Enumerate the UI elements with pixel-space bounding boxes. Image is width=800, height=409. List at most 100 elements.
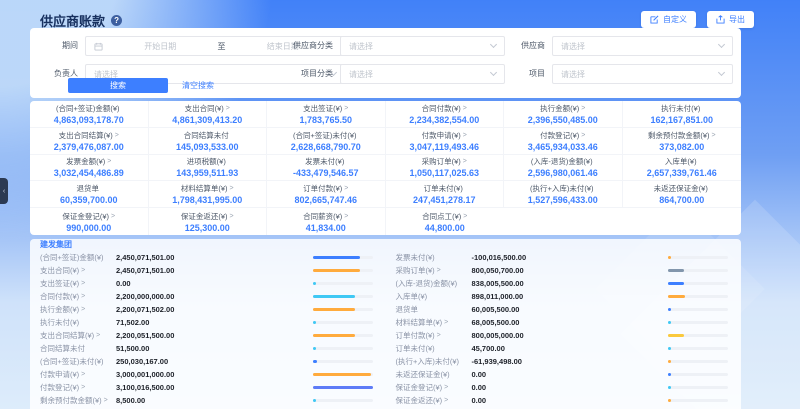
metric-card[interactable]: 付款登记(¥)>3,465,934,033.46 [504,128,623,155]
group-metric-row: 合同付款(¥)>2,200,000,000.00 [40,290,373,303]
group-name[interactable]: 建发集团 [40,240,741,249]
metric-label[interactable]: 合同付款(¥)> [40,291,116,302]
metric-card[interactable]: 发票金额(¥)>3,032,454,486.89 [30,155,149,182]
metric-bar-fill [313,295,356,298]
edit-icon [650,15,659,24]
metric-value: 3,000,001,000.00 [116,370,313,379]
export-button[interactable]: 导出 [707,11,754,28]
metric-bar-fill [668,269,684,272]
calendar-icon [94,42,103,51]
supplier-category-select[interactable]: 请选择 [340,36,505,56]
metric-value: 2,596,980,061.46 [528,168,598,178]
metric-label[interactable]: 采购订单(¥)> [396,265,472,276]
metric-label: (合同+签证)未付(¥) [40,356,116,367]
metric-label[interactable]: 保证金登记(¥)> [396,382,472,393]
metric-label[interactable]: 支出合同(¥)> [40,265,116,276]
group-metric-row: (合同+签证)金额(¥)2,450,071,501.00 [40,251,373,264]
chevron-right-icon: > [581,105,585,112]
group-metric-row: 支出合同(¥)>2,450,071,501.00 [40,264,373,277]
metric-bar-fill [668,360,671,363]
metric-label: (入库-退货)金额(¥) [531,156,593,167]
metric-label[interactable]: 订单付款(¥)> [396,330,472,341]
empty-cell [504,208,623,235]
group-metric-row: 剩余预付款金额(¥)>8,500.00 [40,394,373,407]
metric-bar [668,295,728,298]
metric-value: 898,011,000.00 [472,292,669,301]
metric-label[interactable]: 付款登记(¥)> [40,382,116,393]
metric-value: 373,082.00 [659,142,704,152]
clear-search-link[interactable]: 清空搜索 [182,78,214,93]
chevron-right-icon: > [81,267,85,274]
chevron-right-icon: > [712,132,716,139]
metric-card[interactable]: 采购订单(¥)>1,050,117,025.63 [386,155,505,182]
metric-value: 0.00 [116,279,313,288]
group-metric-row: 材料结算单(¥)>68,005,500.00 [396,316,729,329]
metric-label[interactable]: 保证金返还(¥)> [396,395,472,406]
metric-bar-fill [668,399,671,402]
metric-card: 入库单(¥)2,657,339,761.46 [623,155,742,182]
metric-card: 退货单60,359,700.00 [30,181,149,208]
metric-bar-fill [313,321,316,324]
metric-value: 800,005,000.00 [472,331,669,340]
metric-card: (入库-退货)金额(¥)2,596,980,061.46 [504,155,623,182]
metric-label: 合同付款(¥) [422,103,461,114]
metric-card[interactable]: 执行金额(¥)>2,396,550,485.00 [504,101,623,128]
metric-label[interactable]: 执行金额(¥)> [40,304,116,315]
search-button[interactable]: 搜索 [68,78,168,93]
metric-card[interactable]: 保证金登记(¥)>990,000.00 [30,208,149,235]
chevron-right-icon: > [115,132,119,139]
customize-label: 自定义 [663,14,687,25]
group-metric-row: 保证金返还(¥)>0.00 [396,394,729,407]
metric-label: 支出合同(¥) [185,103,224,114]
help-icon[interactable]: ? [111,15,122,26]
metric-label: 合同结算未付 [184,130,229,141]
chevron-right-icon: > [230,213,234,220]
metric-label[interactable]: 材料结算单(¥)> [396,317,472,328]
metric-bar [668,386,728,389]
metric-label[interactable]: 支出签证(¥)> [40,278,116,289]
metric-card[interactable]: 支出签证(¥)>1,783,765.50 [267,101,386,128]
metric-value: 3,465,934,033.46 [528,142,598,152]
metric-value: 1,783,765.50 [299,115,352,125]
chevron-right-icon: > [444,319,448,326]
metric-card[interactable]: 支出合同(¥)>4,861,309,413.20 [149,101,268,128]
group-metric-row: 发票未付(¥)-100,016,500.00 [396,251,729,264]
metric-bar [313,347,373,350]
metric-value: 0.00 [472,396,669,405]
metric-card: (合同+签证)未付(¥)2,628,668,790.70 [267,128,386,155]
metric-value: 68,005,500.00 [472,318,669,327]
project-category-select[interactable]: 请选择 [340,64,505,84]
metric-card[interactable]: 付款申请(¥)>3,047,119,493.46 [386,128,505,155]
metric-label[interactable]: 剩余预付款金额(¥)> [40,395,116,406]
metric-value: 0.00 [472,383,669,392]
metric-card[interactable]: 保证金返还(¥)>125,300.00 [149,208,268,235]
metric-bar-fill [668,347,671,350]
metric-card[interactable]: 剩余预付款金额(¥)>373,082.00 [623,128,742,155]
metric-card: (执行+入库)未付(¥)1,527,596,433.00 [504,181,623,208]
metric-card[interactable]: 材料结算单(¥)>1,798,431,995.00 [149,181,268,208]
project-select[interactable]: 请选择 [552,64,733,84]
metric-label: 剩余预付款金额(¥) [648,130,710,141]
supplier-select[interactable]: 请选择 [552,36,733,56]
metric-bar [313,360,373,363]
metric-label[interactable]: 付款申请(¥)> [40,369,116,380]
metric-bar-fill [668,386,671,389]
metric-card[interactable]: 支出合同结算(¥)>2,379,476,087.00 [30,128,149,155]
metric-label[interactable]: 支出合同结算(¥)> [40,330,116,341]
metric-bar-fill [313,308,356,311]
metric-value: 2,200,000,000.00 [116,292,313,301]
chevron-right-icon: > [444,384,448,391]
sidebar-collapse-handle[interactable]: ‹ [0,178,8,204]
group-metric-row: 入库单(¥)898,011,000.00 [396,290,729,303]
chevron-right-icon: > [437,267,441,274]
customize-button[interactable]: 自定义 [641,11,696,28]
chevron-right-icon: > [581,132,585,139]
metric-card[interactable]: 合同付款(¥)>2,234,382,554.00 [386,101,505,128]
metric-card[interactable]: 订单付款(¥)>802,665,747.46 [267,181,386,208]
metric-value: 4,861,309,413.20 [172,115,242,125]
metric-label: 保证金登记(¥) [62,211,109,222]
metric-bar [668,269,728,272]
metric-card[interactable]: 合同点工(¥)>44,800.00 [386,208,505,235]
metric-card[interactable]: 合同薪资(¥)>41,834.00 [267,208,386,235]
metric-bar [313,295,373,298]
